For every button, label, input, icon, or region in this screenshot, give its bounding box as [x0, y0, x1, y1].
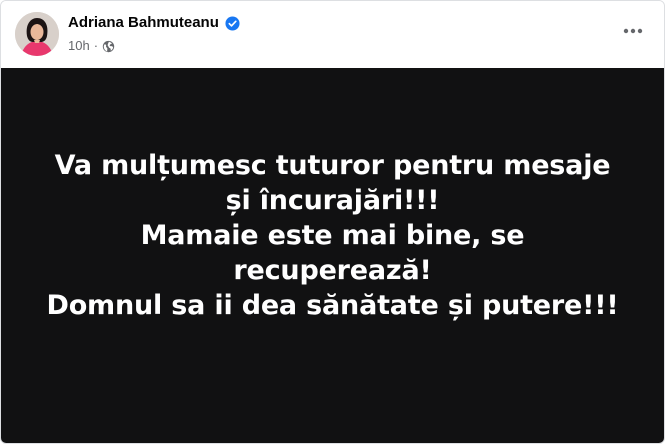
- facebook-post: Adriana Bahmuteanu 10h · Va mulțumesc tu…: [0, 0, 665, 444]
- globe-icon[interactable]: [102, 40, 115, 53]
- post-image-text: Va mulțumesc tuturor pentru mesaje și în…: [1, 148, 664, 323]
- verified-badge-icon: [225, 15, 240, 31]
- image-text-line: Domnul sa ii dea sănătate și putere!!!: [46, 290, 619, 321]
- more-options-icon: [623, 28, 643, 34]
- post-image[interactable]: Va mulțumesc tuturor pentru mesaje și în…: [1, 68, 664, 443]
- author-name[interactable]: Adriana Bahmuteanu: [68, 14, 219, 32]
- image-text-line: și încurajări!!!: [225, 185, 440, 216]
- more-options-button[interactable]: [618, 20, 648, 42]
- post-header: Adriana Bahmuteanu 10h ·: [1, 1, 664, 68]
- image-text-line: Mamaie este mai bine, se: [140, 220, 525, 251]
- avatar[interactable]: [15, 12, 59, 56]
- image-text-line: recuperează!: [233, 255, 432, 286]
- image-text-line: Va mulțumesc tuturor pentru mesaje: [54, 150, 611, 181]
- meta-separator: ·: [93, 38, 99, 53]
- post-meta: 10h ·: [68, 38, 115, 54]
- post-timestamp[interactable]: 10h: [68, 38, 90, 54]
- author-row: Adriana Bahmuteanu: [68, 14, 240, 32]
- avatar-photo: [15, 12, 59, 56]
